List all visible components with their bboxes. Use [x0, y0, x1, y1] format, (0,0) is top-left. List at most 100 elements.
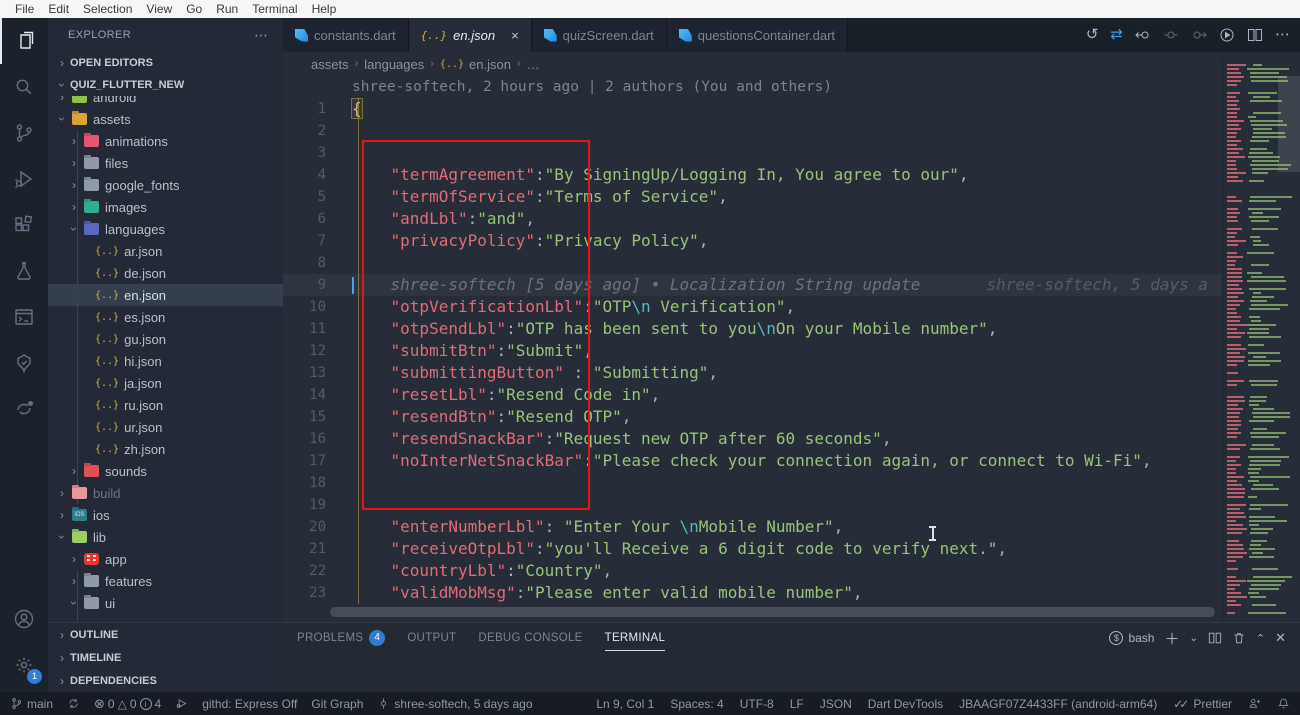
breadcrumb-item-en.json[interactable]: {..}en.json: [440, 57, 511, 72]
editor-action-nav-back-icon[interactable]: [1135, 27, 1151, 43]
minimap[interactable]: [1222, 58, 1300, 622]
close-icon[interactable]: ×: [511, 28, 519, 43]
status-git-branch[interactable]: main: [10, 697, 53, 711]
tree-item-sounds[interactable]: ›sounds: [48, 460, 283, 482]
section-outline[interactable]: ›OUTLINE: [48, 623, 283, 646]
activity-todo-tree-icon[interactable]: [0, 340, 48, 386]
panel-tab-output[interactable]: OUTPUT: [407, 623, 456, 653]
section-timeline[interactable]: ›TIMELINE: [48, 646, 283, 669]
tree-item-files[interactable]: ›files: [48, 152, 283, 174]
menu-item-go[interactable]: Go: [179, 2, 209, 16]
tree-item-images[interactable]: ›images: [48, 196, 283, 218]
new-terminal-button[interactable]: ＋: [1164, 628, 1179, 649]
panel-tab-problems[interactable]: PROBLEMS4: [297, 623, 385, 653]
split-terminal-icon[interactable]: [1208, 631, 1222, 645]
menu-item-view[interactable]: View: [139, 2, 179, 16]
panel-tab-terminal[interactable]: TERMINAL: [605, 623, 666, 653]
kill-terminal-icon[interactable]: [1232, 631, 1246, 645]
status-encoding[interactable]: UTF-8: [740, 697, 774, 711]
horizontal-scrollbar[interactable]: [330, 607, 1215, 617]
project-root-section[interactable]: › QUIZ_FLUTTER_NEW: [48, 74, 283, 96]
code-line-23[interactable]: 23 "validMobMsg":"Please enter valid mob…: [283, 582, 1222, 604]
tab-en.json[interactable]: {..}en.json×: [409, 18, 532, 52]
code-line-2[interactable]: 2: [283, 120, 1222, 142]
breadcrumb-item-…[interactable]: …: [527, 57, 540, 72]
code-line-21[interactable]: 21 "receiveOtpLbl":"you'll Receive a 6 d…: [283, 538, 1222, 560]
tree-item-ar.json[interactable]: {..}ar.json: [48, 240, 283, 262]
tree-item-app[interactable]: ›app: [48, 548, 283, 570]
tree-item-languages[interactable]: ›languages: [48, 218, 283, 240]
activity-testing-icon[interactable]: [0, 248, 48, 294]
close-panel-icon[interactable]: ✕: [1275, 630, 1286, 646]
maximize-panel-icon[interactable]: ⌃: [1256, 632, 1265, 645]
tree-item-es.json[interactable]: {..}es.json: [48, 306, 283, 328]
tree-item-en.json[interactable]: {..}en.json: [48, 284, 283, 306]
tab-constants.dart[interactable]: constants.dart: [283, 18, 409, 52]
tree-item-animations[interactable]: ›animations: [48, 130, 283, 152]
code-line-20[interactable]: 20 "enterNumberLbl": "Enter Your \nMobil…: [283, 516, 1222, 538]
activity-source-control-icon[interactable]: [0, 110, 48, 156]
panel-tab-debug-console[interactable]: DEBUG CONSOLE: [478, 623, 582, 653]
status-diagnostics[interactable]: ⊗0△0i4: [94, 696, 161, 712]
tree-item-ios[interactable]: ›ios: [48, 504, 283, 526]
status-dart-devtools[interactable]: Dart DevTools: [868, 697, 943, 711]
menu-item-selection[interactable]: Selection: [76, 2, 139, 16]
menu-item-help[interactable]: Help: [305, 2, 344, 16]
menu-item-run[interactable]: Run: [209, 2, 245, 16]
activity-terminal-panel-icon[interactable]: [0, 294, 48, 340]
tree-item-hi.json[interactable]: {..}hi.json: [48, 350, 283, 372]
tree-item-de.json[interactable]: {..}de.json: [48, 262, 283, 284]
section-dependencies[interactable]: ›DEPENDENCIES: [48, 669, 283, 692]
editor-action-sync-colored-icon[interactable]: ⇄: [1110, 26, 1123, 44]
activity-run-and-debug-icon[interactable]: [0, 156, 48, 202]
activity-explorer-icon[interactable]: [0, 18, 48, 64]
status-feedback[interactable]: [1248, 697, 1261, 710]
status-eol[interactable]: LF: [790, 697, 804, 711]
editor-action-more-icon[interactable]: ⋯: [1275, 26, 1290, 44]
editor-action-run-circle-icon[interactable]: [1219, 27, 1235, 43]
status-githd[interactable]: githd: Express Off: [202, 697, 297, 711]
tree-item-lib[interactable]: ›lib: [48, 526, 283, 548]
status-commit-blame[interactable]: shree-softech, 5 days ago: [377, 697, 532, 711]
status-git-graph[interactable]: Git Graph: [311, 697, 363, 711]
menu-item-file[interactable]: File: [8, 2, 41, 16]
tree-item-assets[interactable]: ›assets: [48, 108, 283, 130]
tree-item-google_fonts[interactable]: ›google_fonts: [48, 174, 283, 196]
status-sync[interactable]: [67, 697, 80, 710]
tree-item-zh.json[interactable]: {..}zh.json: [48, 438, 283, 460]
status-language-mode[interactable]: JSON: [820, 697, 852, 711]
activity-accounts-icon[interactable]: [0, 596, 48, 642]
activity-search-icon[interactable]: [0, 64, 48, 110]
tree-item-ja.json[interactable]: {..}ja.json: [48, 372, 283, 394]
editor-action-nav-circle-icon[interactable]: [1163, 27, 1179, 43]
tree-item-gu.json[interactable]: {..}gu.json: [48, 328, 283, 350]
status-debug-launch[interactable]: [175, 697, 188, 710]
editor-action-history-icon[interactable]: ↺: [1086, 26, 1099, 44]
menu-item-edit[interactable]: Edit: [41, 2, 76, 16]
tree-item-ui[interactable]: ›ui: [48, 592, 283, 614]
status-prettier[interactable]: ✓✓Prettier: [1173, 697, 1232, 711]
status-indentation[interactable]: Spaces: 4: [670, 697, 723, 711]
tree-item-build[interactable]: ›build: [48, 482, 283, 504]
status-device[interactable]: JBAAGF07Z4433FF (android-arm64): [959, 697, 1157, 711]
tab-questionsContainer.dart[interactable]: questionsContainer.dart: [667, 18, 848, 52]
tree-item-ru.json[interactable]: {..}ru.json: [48, 394, 283, 416]
open-editors-section[interactable]: › OPEN EDITORS: [48, 52, 283, 74]
breadcrumb-item-assets[interactable]: assets: [311, 57, 349, 72]
chevron-down-icon[interactable]: ⌄: [1189, 633, 1197, 644]
editor-action-nav-forward-icon[interactable]: [1191, 27, 1207, 43]
tree-item-ur.json[interactable]: {..}ur.json: [48, 416, 283, 438]
breadcrumb-item-languages[interactable]: languages: [364, 57, 424, 72]
activity-sync-icon[interactable]: [0, 386, 48, 432]
tab-quizScreen.dart[interactable]: quizScreen.dart: [532, 18, 667, 52]
tree-item-features[interactable]: ›features: [48, 570, 283, 592]
tree-item-android[interactable]: ›android: [48, 96, 283, 108]
code-line-22[interactable]: 22 "countryLbl":"Country",: [283, 560, 1222, 582]
status-notifications[interactable]: [1277, 697, 1290, 710]
code-line-1[interactable]: 1{: [283, 98, 1222, 120]
activity-settings-icon[interactable]: 1: [0, 642, 48, 688]
menu-item-terminal[interactable]: Terminal: [245, 2, 304, 16]
more-actions-icon[interactable]: ⋯: [254, 27, 269, 44]
status-cursor-position[interactable]: Ln 9, Col 1: [596, 697, 654, 711]
shell-selector[interactable]: $ bash: [1109, 631, 1154, 645]
